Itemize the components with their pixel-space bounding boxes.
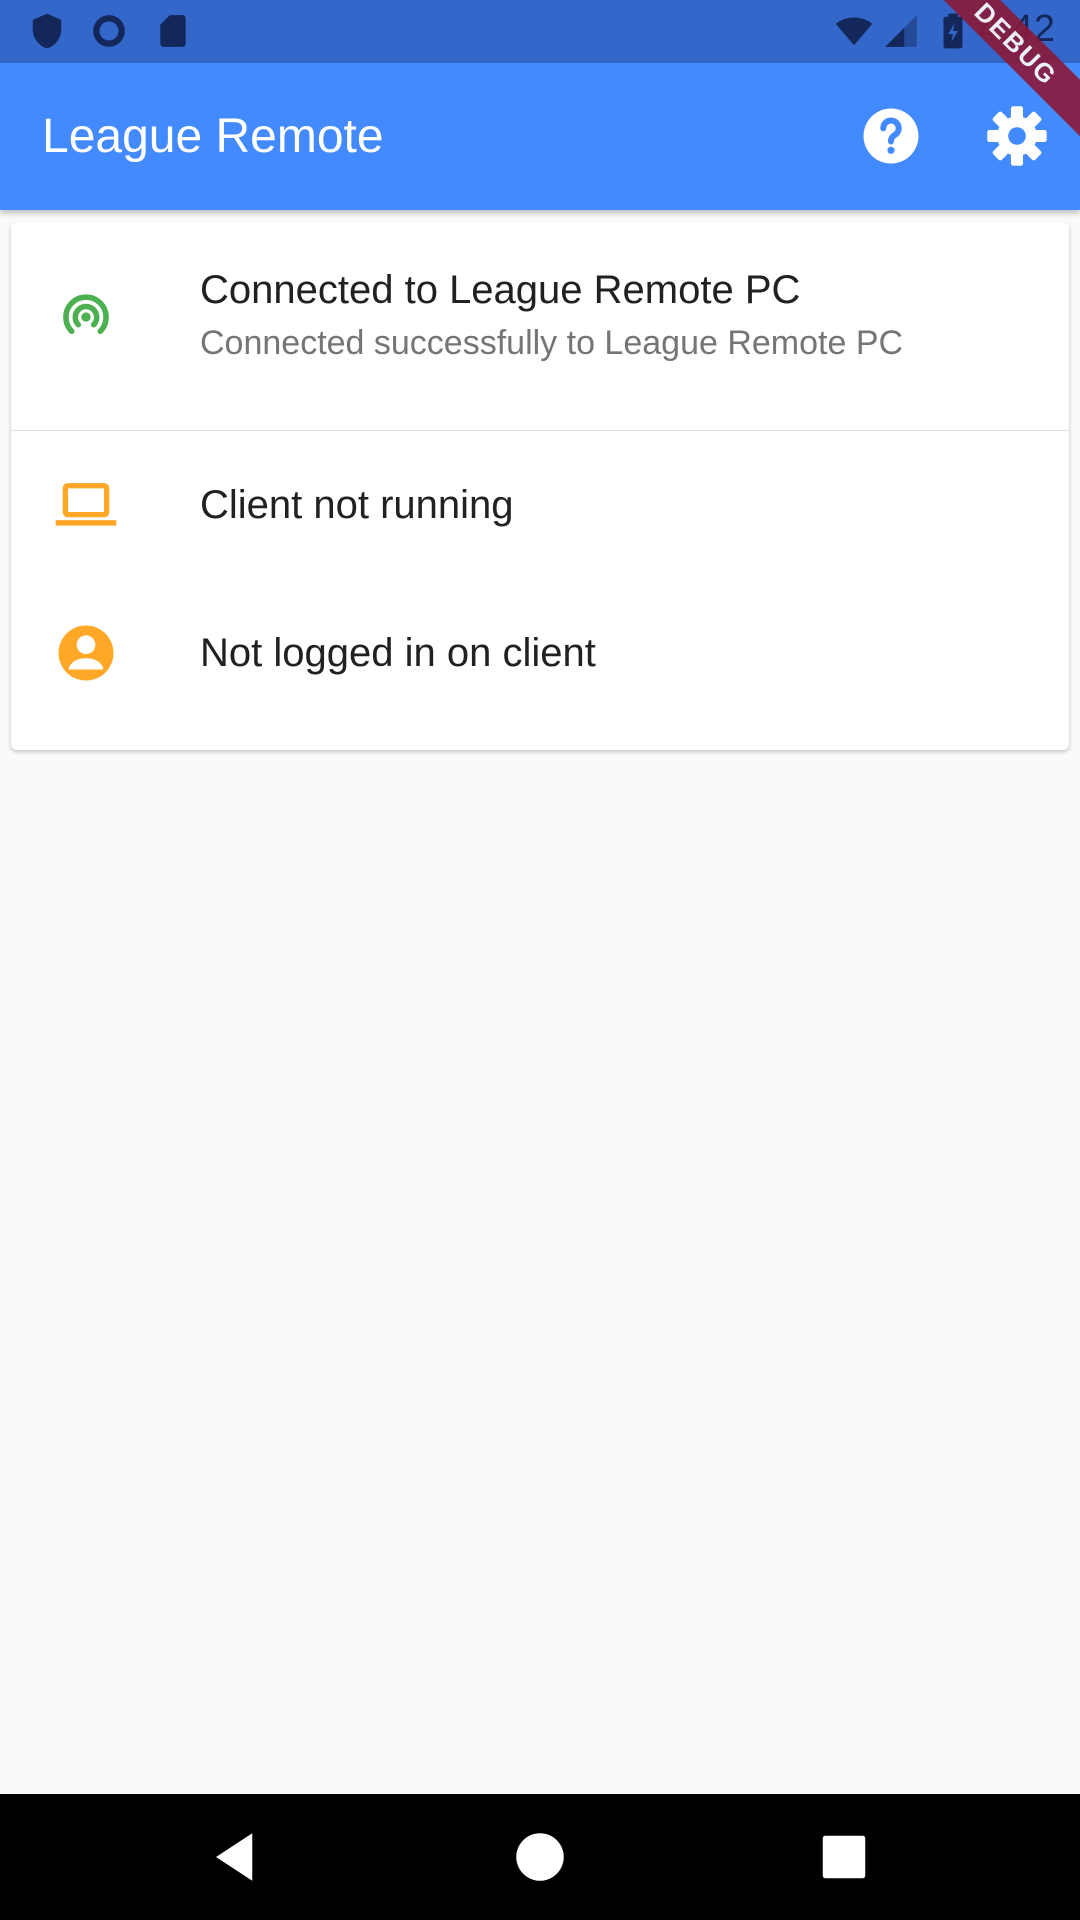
settings-button[interactable] <box>984 103 1050 169</box>
back-icon[interactable] <box>206 1827 266 1887</box>
navigation-bar <box>0 1794 1080 1920</box>
recents-icon[interactable] <box>814 1827 874 1887</box>
wifi-icon <box>835 17 873 46</box>
status-card: Connected to League Remote PC Connected … <box>11 222 1069 750</box>
account-circle-icon <box>58 625 114 681</box>
connection-status-subtitle: Connected successfully to League Remote … <box>200 324 904 362</box>
laptop-icon <box>55 483 117 526</box>
home-icon[interactable] <box>510 1827 570 1887</box>
cell-signal-icon <box>885 15 917 47</box>
status-bar: 4:42 <box>0 0 1080 63</box>
shield-icon <box>32 13 62 49</box>
login-status-title: Not logged in on client <box>200 631 596 675</box>
connection-status-title: Connected to League Remote PC <box>200 268 801 312</box>
sd-card-icon <box>160 15 186 47</box>
login-status-tile[interactable]: Not logged in on client <box>11 579 1069 727</box>
client-status-title: Client not running <box>200 483 514 527</box>
connection-status-tile[interactable]: Connected to League Remote PC Connected … <box>11 222 1069 430</box>
app-title: League Remote <box>42 110 384 163</box>
app-bar: League Remote <box>0 63 1080 210</box>
circle-icon <box>93 15 125 47</box>
settings-icon <box>987 106 1047 166</box>
broadcast-icon <box>63 294 109 335</box>
help-icon <box>863 108 919 164</box>
client-status-tile[interactable]: Client not running <box>11 431 1069 579</box>
help-button[interactable] <box>858 103 924 169</box>
